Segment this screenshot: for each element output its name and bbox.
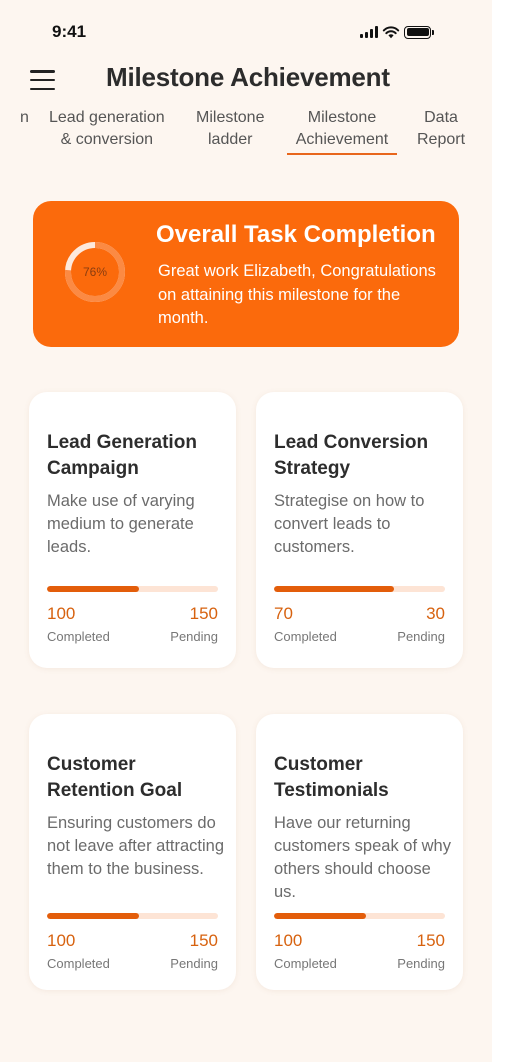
tab-label-line2: Achievement — [295, 131, 389, 148]
status-bar: 9:41 — [0, 0, 492, 56]
completed-count: 100 — [47, 604, 76, 623]
task-card-lead-generation[interactable]: Lead Generation Campaign Make use of var… — [29, 392, 236, 668]
status-time: 9:41 — [52, 22, 87, 41]
completed-count: 100 — [47, 931, 76, 950]
pending-count: 150 — [189, 931, 218, 950]
completed-count: 100 — [274, 931, 303, 950]
tab-label-line2: & conversion — [60, 131, 154, 148]
completion-percent-label: 76% — [82, 265, 108, 279]
task-card-lead-conversion[interactable]: Lead Conversion Strategy Strategise on h… — [256, 392, 463, 668]
tab-milestone-ladder[interactable]: Milestone ladder — [196, 107, 264, 151]
wifi-icon — [382, 26, 400, 39]
card-title: Customer Testimonials — [274, 754, 389, 801]
tab-label-line1: Milestone — [307, 109, 377, 126]
tab-label-line1: Lead generation — [49, 109, 165, 126]
card-description: Strategise on how to convert leads to cu… — [274, 492, 425, 556]
tab-label-line1: Data — [424, 109, 458, 126]
pending-count: 30 — [426, 604, 445, 623]
hamburger-menu-icon[interactable] — [30, 68, 56, 92]
card-progress-bar — [274, 913, 445, 919]
card-description: Make use of varying medium to generate l… — [47, 492, 195, 556]
tab-data-report[interactable]: Data Report — [417, 107, 465, 151]
tab-label-line2: ladder — [208, 131, 253, 148]
card-progress-bar — [47, 586, 218, 592]
battery-icon — [404, 25, 434, 39]
card-description: Ensuring customers do not leave after at… — [47, 814, 225, 878]
completed-label: Completed — [274, 629, 337, 644]
cellular-signal-icon — [360, 26, 378, 38]
tab-label-line2: Report — [417, 131, 466, 148]
card-title: Lead Generation Campaign — [47, 432, 197, 479]
card-progress-bar — [47, 913, 218, 919]
app-screen: 9:41 Milestone Achievement n Lead genera… — [0, 0, 492, 1062]
completed-label: Completed — [274, 956, 337, 971]
task-card-customer-retention[interactable]: Customer Retention Goal Ensuring custome… — [29, 714, 236, 990]
card-title: Customer Retention Goal — [47, 754, 183, 801]
tab-milestone-achievement[interactable]: Milestone Achievement — [287, 107, 397, 155]
status-icons — [360, 24, 434, 40]
completed-count: 70 — [274, 604, 293, 623]
tab-partial-left[interactable]: n — [20, 107, 29, 129]
pending-count: 150 — [416, 931, 445, 950]
tab-label-line1: Milestone — [196, 109, 265, 126]
pending-label: Pending — [170, 956, 218, 971]
tab-lead-generation-conversion[interactable]: Lead generation & conversion — [49, 107, 165, 151]
completed-label: Completed — [47, 629, 110, 644]
overall-title: Overall Task Completion — [156, 221, 436, 248]
pending-label: Pending — [397, 956, 445, 971]
card-progress-bar — [274, 586, 445, 592]
pending-label: Pending — [397, 629, 445, 644]
pending-label: Pending — [170, 629, 218, 644]
page-title: Milestone Achievement — [106, 62, 390, 92]
tab-label-line1: n — [20, 109, 29, 126]
task-card-customer-testimonials[interactable]: Customer Testimonials Have our returning… — [256, 714, 463, 990]
card-description: Have our returning customers speak of wh… — [274, 814, 451, 901]
pending-count: 150 — [189, 604, 218, 623]
overall-completion-card: 76% Overall Task Completion Great work E… — [33, 201, 459, 347]
card-title: Lead Conversion Strategy — [274, 432, 429, 479]
completed-label: Completed — [47, 956, 110, 971]
overall-message: Great work Elizabeth, Congratulations on… — [158, 262, 436, 327]
